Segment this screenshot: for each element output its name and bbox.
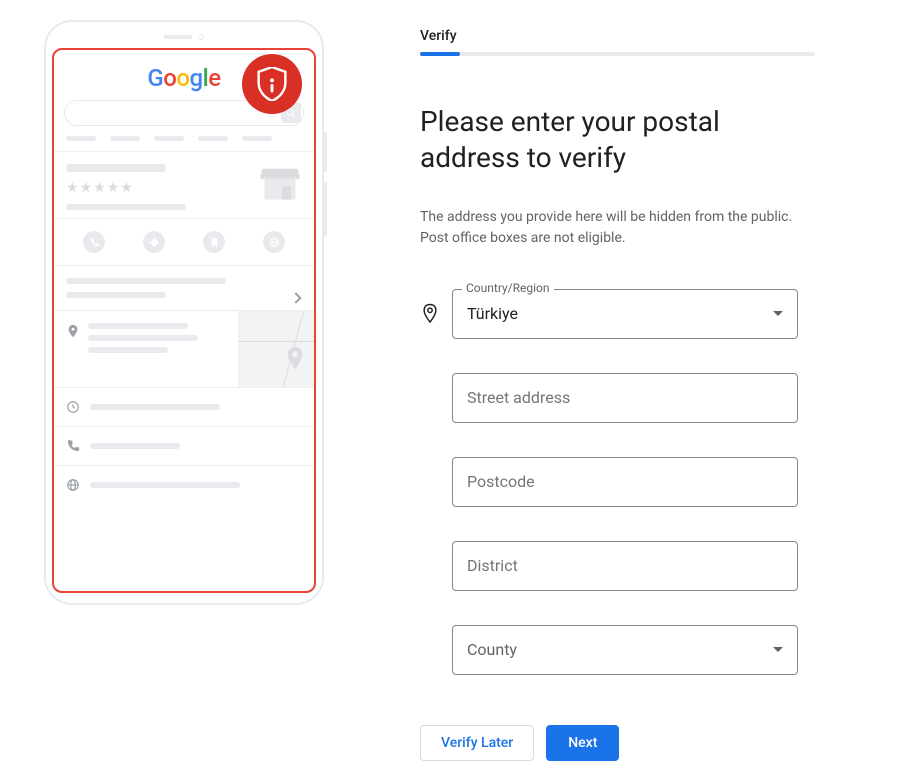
country-label: Country/Region [462,281,554,295]
verify-later-button[interactable]: Verify Later [420,725,534,761]
globe-icon [66,478,80,492]
location-icon [420,303,440,325]
phone-screen: Google ★★★★★ [52,48,316,593]
postcode-input[interactable] [452,457,798,507]
phone-mockup: Google ★★★★★ [44,20,324,605]
country-select[interactable]: Türkiye [452,289,798,339]
page-title: Please enter your postal address to veri… [420,104,820,177]
alert-shield-icon [242,54,302,114]
location-pin-icon [66,321,80,377]
description: The address you provide here will be hid… [420,207,810,249]
chevron-down-icon [773,311,783,316]
chevron-down-icon [773,647,783,652]
clock-icon [66,400,80,414]
next-button[interactable]: Next [546,725,619,761]
country-value: Türkiye [467,304,518,323]
step-label: Verify [420,28,838,44]
bookmark-icon [203,231,225,253]
street-address-input[interactable] [452,373,798,423]
district-input[interactable] [452,541,798,591]
county-placeholder: County [467,640,517,659]
website-icon [263,231,285,253]
progress-bar [420,52,815,56]
call-icon [83,231,105,253]
chevron-right-icon [290,292,301,303]
map-thumbnail [238,311,314,387]
directions-icon [143,231,165,253]
county-select[interactable]: County [452,625,798,675]
store-icon [258,160,302,208]
phone-icon [66,439,80,453]
